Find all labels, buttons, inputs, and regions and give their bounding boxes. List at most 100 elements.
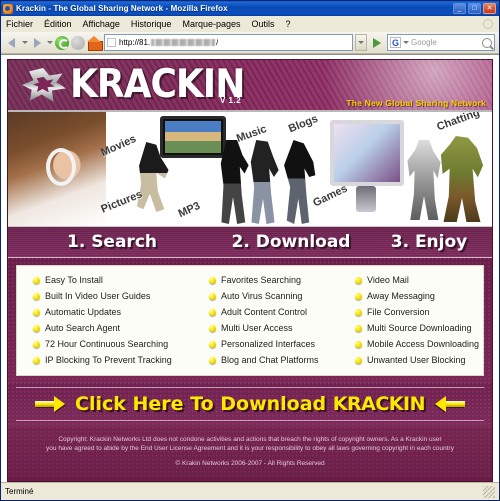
search-bar[interactable]: G Google [387, 34, 495, 51]
cta-brand: KRACKIN [332, 393, 426, 415]
arrow-right-icon [35, 396, 66, 412]
throbber-icon [483, 19, 493, 29]
site-footer: Copyright: Krackin Networks Ltd does not… [8, 427, 492, 477]
menu-historique[interactable]: Historique [130, 18, 173, 30]
forward-dropdown-icon[interactable] [47, 41, 53, 44]
bullet-icon [209, 276, 216, 284]
bullet-icon [33, 276, 40, 284]
legal-line-2: you have agreed to abide by the End User… [46, 445, 454, 452]
features-column-2: Favorites Searching Auto Virus Scanning … [197, 272, 343, 368]
firefox-favicon-icon [3, 3, 13, 14]
hero-label-pictures: Pictures [99, 188, 145, 216]
home-icon[interactable] [87, 35, 103, 51]
window-title: Krackin - The Global Sharing Network - M… [16, 4, 228, 13]
legal-line-1: Copyright: Krackin Networks Ltd does not… [58, 436, 442, 443]
cta-section: Click Here To Download KRACKIN [8, 383, 492, 427]
hero-label-blogs: Blogs [286, 112, 320, 136]
features-panel: Easy To Install Built In Video User Guid… [16, 265, 484, 376]
bullet-icon [209, 308, 216, 316]
list-item: 72 Hour Continuous Searching [21, 336, 197, 352]
feature-label: Adult Content Control [221, 307, 308, 317]
page-favicon-icon [107, 38, 116, 47]
close-button[interactable]: ✕ [483, 3, 496, 14]
list-item: Automatic Updates [21, 304, 197, 320]
bullet-icon [355, 356, 362, 364]
feature-label: Built In Video User Guides [45, 291, 151, 301]
address-dropdown-icon[interactable] [355, 34, 367, 51]
bullet-icon [209, 356, 216, 364]
list-item: Multi Source Downloading [343, 320, 479, 336]
google-icon[interactable]: G [390, 37, 401, 48]
resize-grip-icon[interactable] [483, 485, 495, 498]
hero-banner: Movies Pictures MP3 Music Blogs Games Ch… [8, 112, 492, 227]
forward-icon[interactable] [30, 35, 45, 50]
step-search: 1. Search [66, 232, 157, 252]
krackin-page: KRACKIN V 1.2 The New Global Sharing Net… [7, 59, 493, 482]
bullet-icon [33, 292, 40, 300]
tv-screen-image [160, 116, 226, 158]
version-label: V 1.2 [220, 96, 242, 105]
menu-fichier[interactable]: Fichier [5, 18, 34, 30]
bullet-icon [355, 308, 362, 316]
feature-label: Unwanted User Blocking [367, 355, 466, 365]
bullet-icon [209, 324, 216, 332]
list-item: Auto Search Agent [21, 320, 197, 336]
address-prefix: http://81. [119, 38, 151, 47]
bullet-icon [355, 276, 362, 284]
download-cta-banner[interactable]: Click Here To Download KRACKIN [16, 387, 484, 421]
arrow-left-icon [435, 396, 465, 412]
go-button[interactable] [369, 34, 385, 51]
features-section: Easy To Install Built In Video User Guid… [8, 258, 492, 383]
feature-label: Video Mail [367, 275, 409, 285]
address-bar[interactable]: http://81. / [104, 34, 353, 51]
bullet-icon [209, 292, 216, 300]
content-viewport: KRACKIN V 1.2 The New Global Sharing Net… [1, 54, 499, 482]
list-item: File Conversion [343, 304, 479, 320]
feature-label: Blog and Chat Platforms [221, 355, 319, 365]
feature-label: Auto Virus Scanning [221, 291, 303, 301]
feature-label: Away Messaging [367, 291, 435, 301]
bullet-icon [355, 324, 362, 332]
menu-edition[interactable]: Édition [43, 18, 73, 30]
feature-label: Mobile Access Downloading [367, 339, 479, 349]
bullet-icon [355, 292, 362, 300]
back-dropdown-icon[interactable] [22, 41, 28, 44]
minimize-button[interactable]: _ [453, 3, 466, 14]
features-column-3: Video Mail Away Messaging File Conversio… [343, 272, 479, 368]
bullet-icon [33, 356, 40, 364]
search-engine-dropdown-icon[interactable] [403, 41, 409, 44]
maximize-button[interactable]: □ [468, 3, 481, 14]
address-redacted [151, 39, 216, 46]
menu-affichage[interactable]: Affichage [82, 18, 121, 30]
step-download: 2. Download [231, 232, 351, 252]
hero-label-chatting: Chatting [435, 112, 482, 134]
list-item: Favorites Searching [197, 272, 343, 288]
feature-label: Easy To Install [45, 275, 103, 285]
feature-label: IP Blocking To Prevent Tracking [45, 355, 172, 365]
search-input[interactable]: Google [411, 38, 480, 47]
list-item: IP Blocking To Prevent Tracking [21, 352, 197, 368]
address-suffix: / [216, 38, 219, 47]
menu-marque-pages[interactable]: Marque-pages [181, 18, 241, 30]
back-icon[interactable] [5, 35, 20, 50]
steps-bar: 1. Search 2. Download 3. Enjoy [8, 227, 492, 258]
search-icon[interactable] [482, 37, 492, 48]
menu-help[interactable]: ? [285, 18, 292, 30]
menu-outils[interactable]: Outils [251, 18, 276, 30]
window-controls: _ □ ✕ [453, 3, 498, 14]
bullet-icon [33, 324, 40, 332]
list-item: Blog and Chat Platforms [197, 352, 343, 368]
menu-bar: Fichier Édition Affichage Historique Mar… [1, 16, 499, 32]
reload-icon[interactable] [55, 35, 69, 50]
stop-icon[interactable] [71, 35, 85, 50]
cta-label[interactable]: Click Here To Download KRACKIN [75, 393, 425, 415]
copyright-line: © Krakin Networks 2006-2007 - All Rights… [175, 460, 325, 467]
hero-label-games: Games [311, 182, 350, 210]
site-logo-text: KRACKIN [70, 62, 245, 107]
title-bar: Krackin - The Global Sharing Network - M… [1, 1, 499, 16]
monitor-image [330, 120, 404, 186]
browser-window: Krackin - The Global Sharing Network - M… [0, 0, 500, 501]
list-item: Multi User Access [197, 320, 343, 336]
list-item: Personalized Interfaces [197, 336, 343, 352]
feature-label: Multi Source Downloading [367, 323, 472, 333]
